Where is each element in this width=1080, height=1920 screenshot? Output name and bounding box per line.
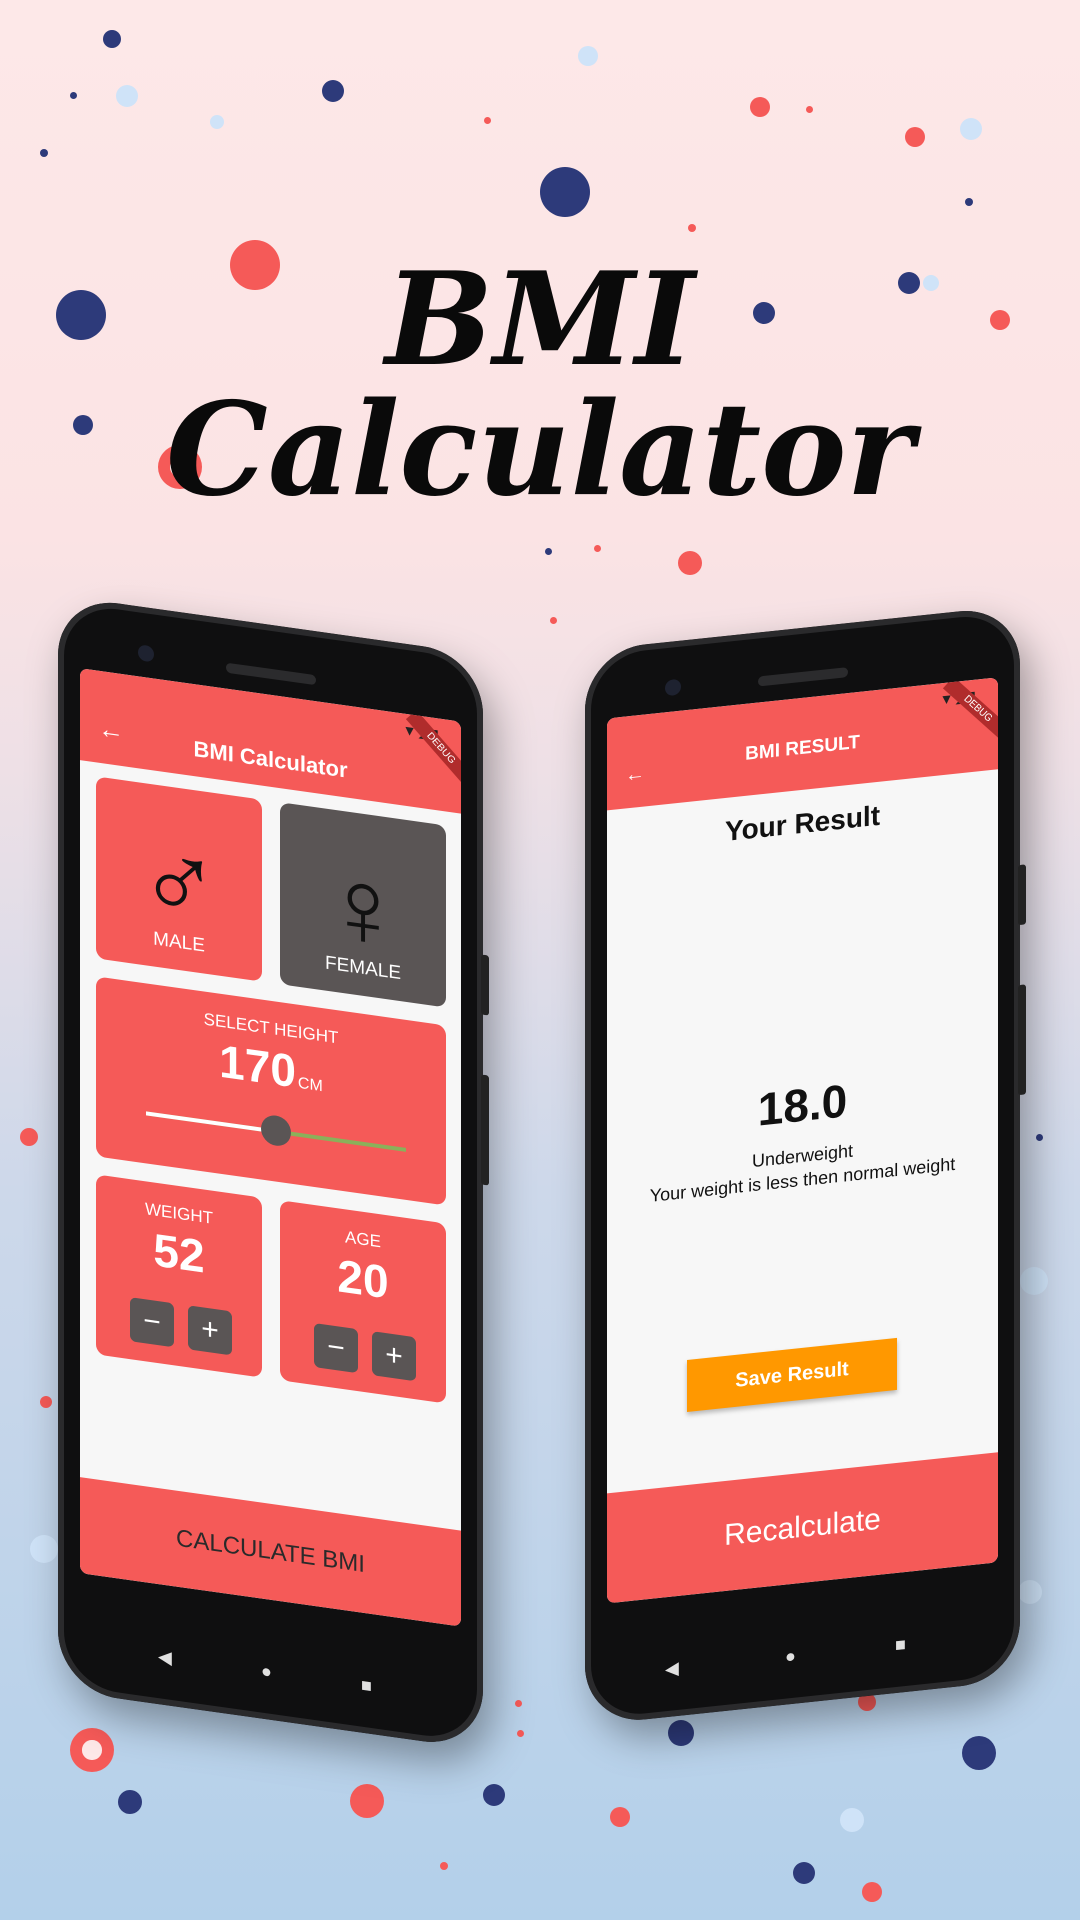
phone-speaker	[757, 667, 848, 687]
calculator-screen: ▼◢▮ ← BMI Calculator DEBUG ♂ MALE ♀ FEMA…	[80, 668, 461, 1627]
app-title: BMI RESULT	[745, 731, 860, 765]
confetti-dot	[210, 115, 224, 129]
confetti-dot	[610, 1807, 630, 1827]
gender-card-female[interactable]: ♀ FEMALE	[280, 802, 446, 1008]
confetti-dot	[70, 1728, 114, 1772]
confetti-dot	[960, 118, 982, 140]
side-button	[481, 1074, 489, 1186]
confetti-dot	[40, 149, 48, 157]
save-result-button[interactable]: Save Result	[687, 1337, 897, 1412]
phone-camera	[138, 644, 154, 663]
confetti-dot	[350, 1784, 384, 1818]
confetti-dot	[806, 106, 813, 113]
confetti-dot	[118, 1790, 142, 1814]
age-plus-button[interactable]: +	[372, 1331, 416, 1382]
height-number: 170	[219, 1034, 296, 1098]
height-unit: CM	[297, 1074, 323, 1096]
height-slider[interactable]	[146, 1111, 406, 1152]
confetti-dot	[1018, 1580, 1042, 1604]
confetti-dot	[678, 551, 702, 575]
confetti-dot	[1036, 1134, 1043, 1141]
confetti-dot	[440, 1862, 448, 1870]
weight-plus-button[interactable]: +	[188, 1305, 232, 1356]
result-screen: ▼◢▮ ← BMI RESULT DEBUG Your Result 18.0 …	[607, 677, 998, 1604]
confetti-dot	[20, 1128, 38, 1146]
nav-back-icon[interactable]: ◀	[665, 1658, 679, 1680]
phone-camera	[665, 678, 681, 697]
confetti-dot	[545, 548, 552, 555]
gender-card-male[interactable]: ♂ MALE	[96, 776, 262, 982]
height-slider-thumb[interactable]	[261, 1113, 291, 1148]
confetti-dot	[70, 92, 77, 99]
confetti-dot	[483, 1784, 505, 1806]
nav-home-icon[interactable]: ●	[785, 1646, 796, 1668]
side-button	[1018, 984, 1026, 1096]
nav-recents-icon[interactable]: ■	[361, 1675, 372, 1698]
weight-card: WEIGHT 52 − +	[96, 1174, 262, 1378]
confetti-dot	[793, 1862, 815, 1884]
phone-speaker	[225, 662, 316, 686]
confetti-dot	[484, 117, 491, 124]
nav-home-icon[interactable]: ●	[261, 1661, 272, 1684]
height-slider-fill	[146, 1111, 276, 1134]
confetti-dot	[688, 224, 696, 232]
confetti-dot	[750, 97, 770, 117]
confetti-dot	[116, 85, 138, 107]
nav-recents-icon[interactable]: ■	[895, 1634, 906, 1656]
confetti-dot	[905, 127, 925, 147]
side-button	[481, 954, 489, 1016]
confetti-dot	[962, 1736, 996, 1770]
side-button	[1018, 864, 1026, 926]
nav-back-icon[interactable]: ◀	[158, 1646, 172, 1669]
height-card: SELECT HEIGHT 170 CM	[96, 976, 446, 1206]
confetti-dot	[540, 167, 590, 217]
phone-calculator: ▼◢▮ ← BMI Calculator DEBUG ♂ MALE ♀ FEMA…	[58, 595, 489, 1750]
android-nav-bar: ◀ ● ■	[585, 1612, 1020, 1698]
confetti-dot	[578, 46, 598, 66]
confetti-dot	[840, 1808, 864, 1832]
confetti-dot	[668, 1720, 694, 1746]
recalculate-button[interactable]: Recalculate	[607, 1452, 998, 1604]
confetti-dot	[103, 30, 121, 48]
app-bar: ▼◢▮ ← BMI RESULT DEBUG	[607, 677, 998, 811]
confetti-dot	[862, 1882, 882, 1902]
confetti-dot	[30, 1535, 58, 1563]
age-card: AGE 20 − +	[280, 1200, 446, 1404]
hero-title-line2: Calculator	[166, 375, 914, 525]
confetti-dot	[40, 1396, 52, 1408]
confetti-dot	[517, 1730, 524, 1737]
confetti-dot	[594, 545, 601, 552]
confetti-dot	[515, 1700, 522, 1707]
hero-title-line1: BMI	[385, 245, 695, 395]
android-nav-bar: ◀ ● ■	[58, 1622, 483, 1722]
calculate-bmi-button[interactable]: CALCULATE BMI	[80, 1477, 461, 1627]
age-minus-button[interactable]: −	[314, 1322, 358, 1374]
confetti-dot	[550, 617, 557, 624]
weight-minus-button[interactable]: −	[130, 1297, 174, 1348]
confetti-dot	[322, 80, 344, 102]
confetti-dot	[1020, 1267, 1048, 1295]
confetti-dot	[965, 198, 973, 206]
hero-title: BMI Calculator	[0, 255, 1080, 515]
phone-result: ▼◢▮ ← BMI RESULT DEBUG Your Result 18.0 …	[585, 605, 1026, 1726]
